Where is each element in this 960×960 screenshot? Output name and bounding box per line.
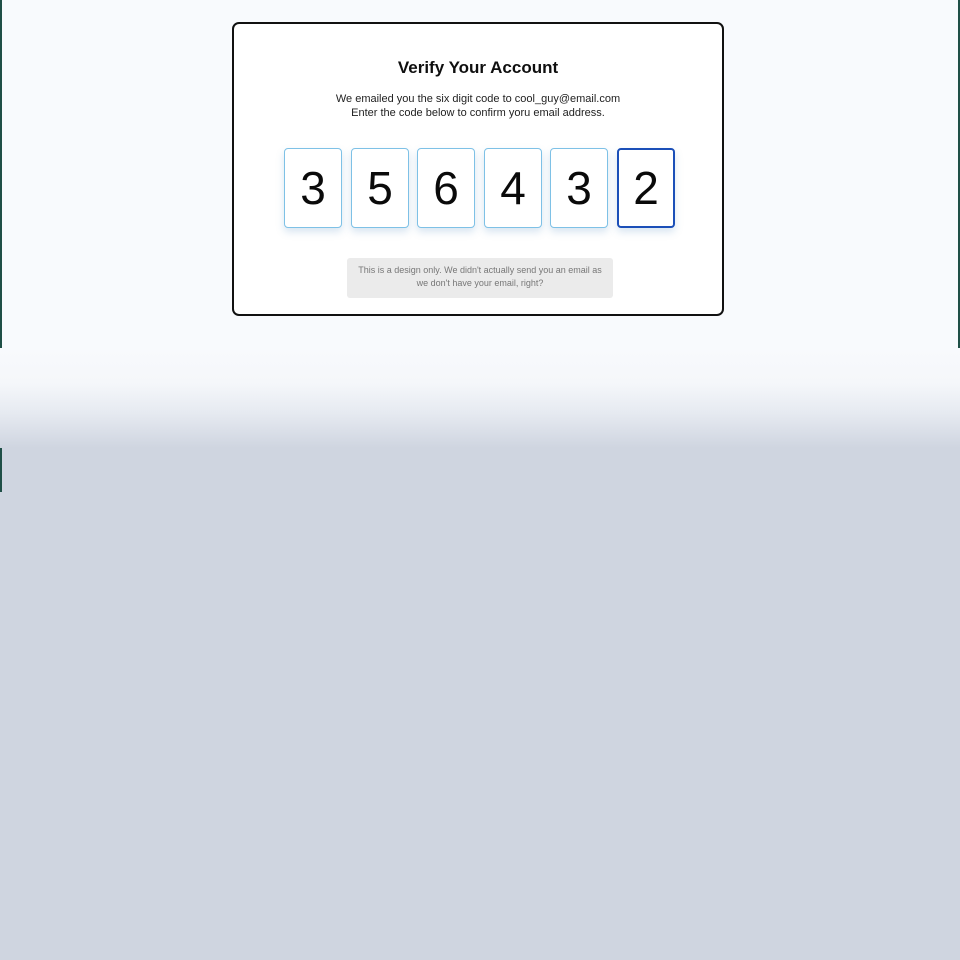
code-digit-6[interactable]: 2 bbox=[617, 148, 675, 228]
design-note: This is a design only. We didn't actuall… bbox=[347, 258, 613, 298]
code-digit-2[interactable]: 5 bbox=[351, 148, 409, 228]
design-note-line-2: we don't have your email, right? bbox=[416, 278, 544, 288]
page-title: Verify Your Account bbox=[397, 58, 559, 77]
verify-card: Verify Your Account We emailed you the s… bbox=[232, 22, 724, 316]
instructions-line-1: We emailed you the six digit code to coo… bbox=[335, 93, 621, 105]
viewport: Verify Your Account We emailed you the s… bbox=[0, 0, 960, 960]
instructions-text: We emailed you the six digit code to coo… bbox=[234, 92, 722, 120]
instructions-line-2: Enter the code below to confirm yoru ema… bbox=[351, 107, 605, 119]
code-inputs: 3 5 6 4 3 2 bbox=[284, 148, 676, 230]
code-digit-1[interactable]: 3 bbox=[284, 148, 342, 228]
code-digit-4[interactable]: 4 bbox=[484, 148, 542, 228]
design-note-line-1: This is a design only. We didn't actuall… bbox=[358, 265, 602, 275]
code-digit-3[interactable]: 6 bbox=[417, 148, 475, 228]
page-fade bbox=[0, 348, 960, 448]
code-digit-5[interactable]: 3 bbox=[550, 148, 608, 228]
